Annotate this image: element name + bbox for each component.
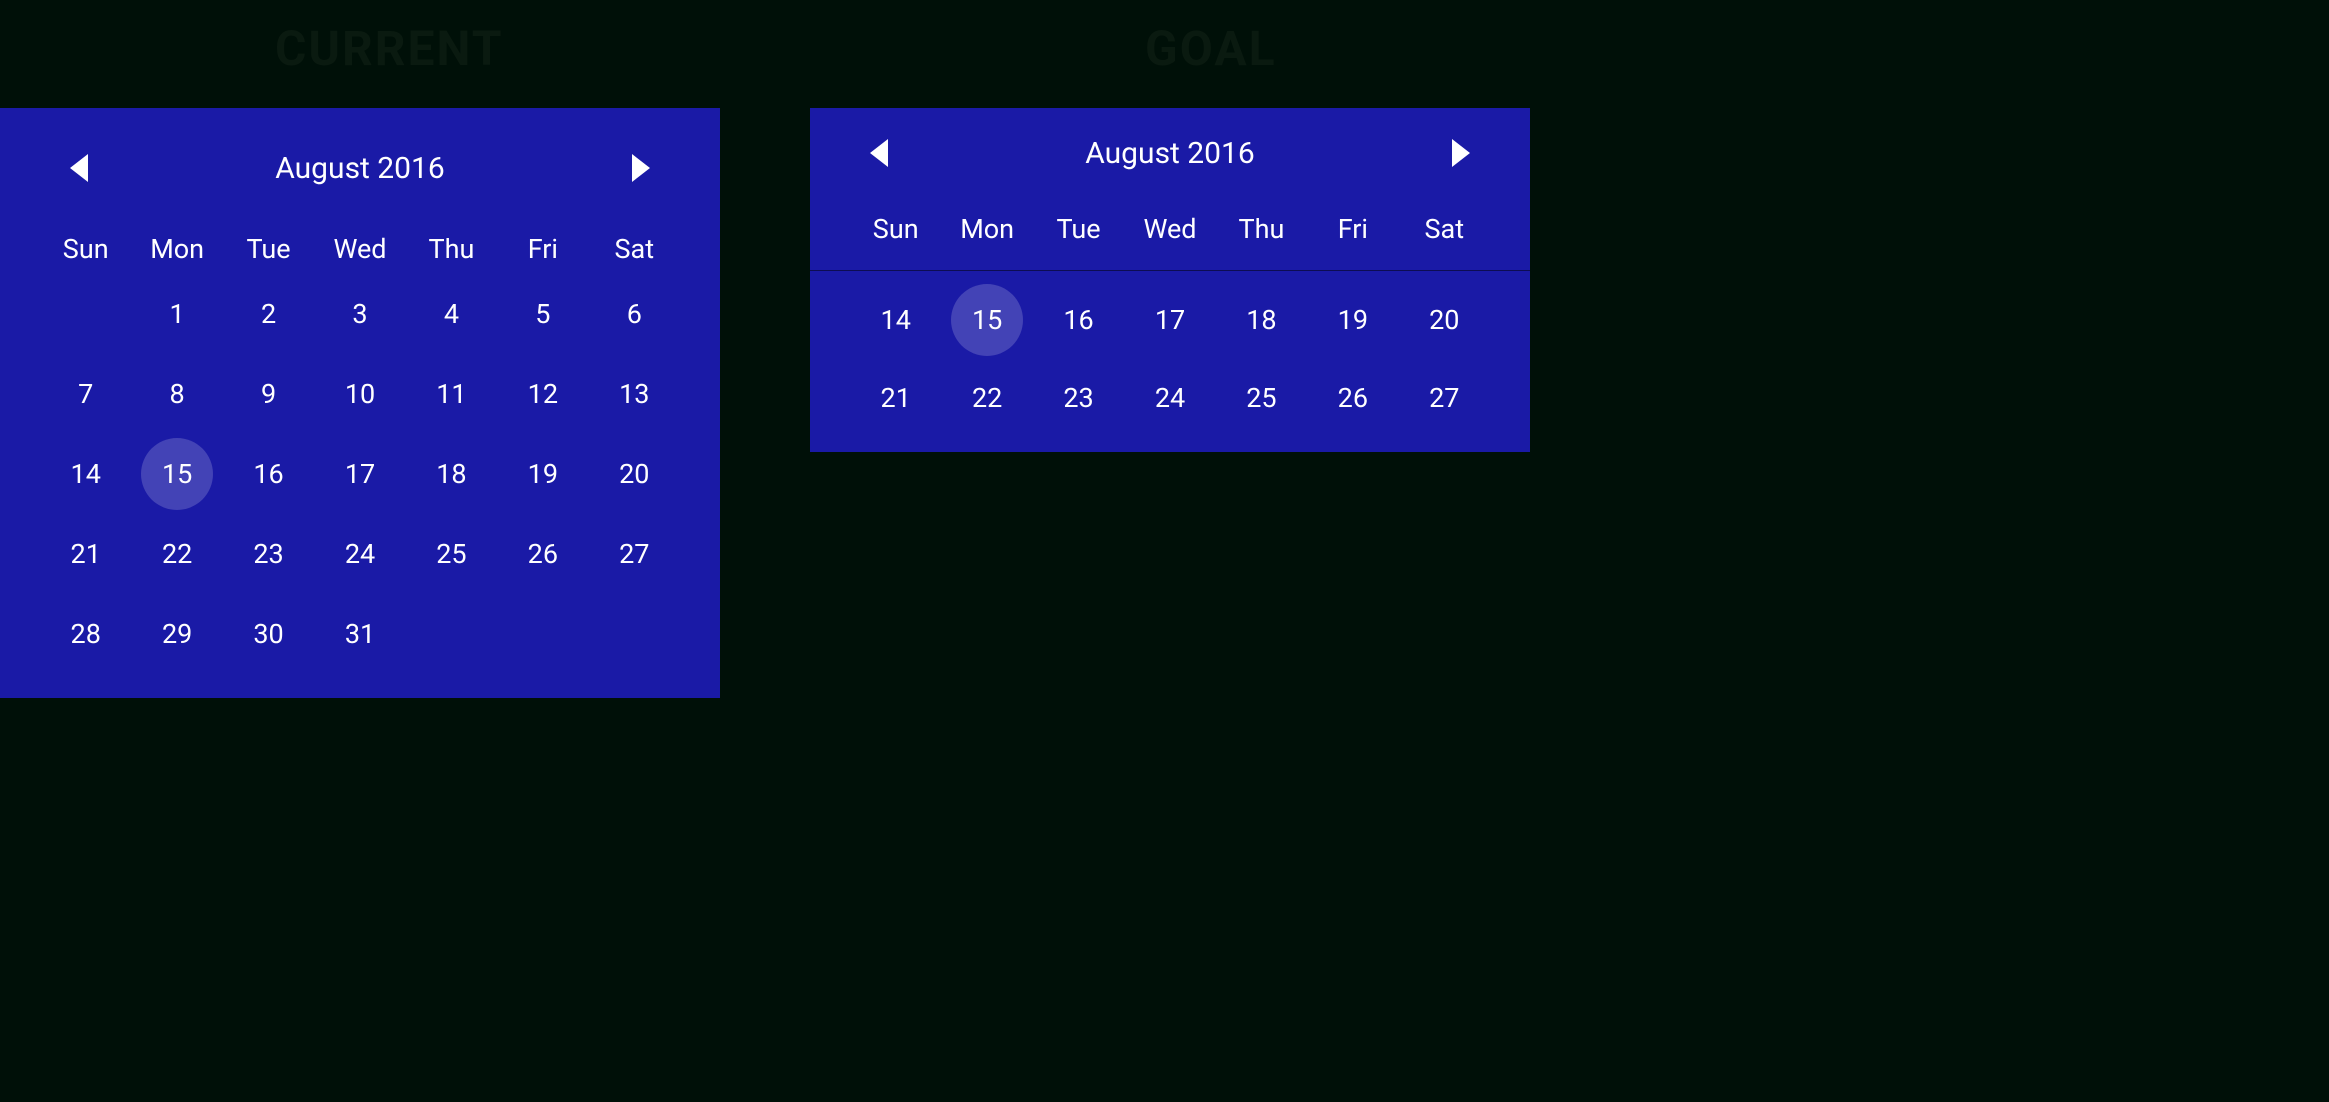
day-cell[interactable]: 13 [589, 370, 680, 418]
day-cell[interactable]: 22 [941, 374, 1032, 422]
day-cell[interactable]: 21 [40, 530, 131, 578]
day-cell[interactable]: 18 [406, 450, 497, 498]
prev-month-icon[interactable] [870, 139, 888, 167]
day-cell[interactable]: 2 [223, 290, 314, 338]
day-cell[interactable]: 14 [40, 450, 131, 498]
weekday-label: Fri [497, 233, 588, 265]
day-cell[interactable]: 3 [314, 290, 405, 338]
day-cell[interactable]: 27 [589, 530, 680, 578]
day-cell[interactable]: 4 [406, 290, 497, 338]
days-grid-current: 1234567891011121314151617181920212223242… [40, 290, 680, 658]
weekday-label: Fri [1307, 213, 1398, 245]
day-cell-empty [40, 290, 131, 338]
day-cell[interactable]: 15 [941, 296, 1032, 344]
weekday-row-goal: SunMonTueWedThuFriSat [810, 213, 1530, 245]
day-cell[interactable]: 16 [223, 450, 314, 498]
day-cell[interactable]: 22 [131, 530, 222, 578]
weekday-label: Mon [941, 213, 1032, 245]
day-cell[interactable]: 14 [850, 296, 941, 344]
day-cell[interactable]: 20 [589, 450, 680, 498]
weekday-label: Sun [40, 233, 131, 265]
calendar-goal-header: August 2016 [810, 118, 1530, 188]
day-cell[interactable]: 7 [40, 370, 131, 418]
day-cell[interactable]: 11 [406, 370, 497, 418]
day-cell[interactable]: 26 [497, 530, 588, 578]
next-month-icon[interactable] [1452, 139, 1470, 167]
weekday-label: Thu [1216, 213, 1307, 245]
day-cell[interactable]: 27 [1399, 374, 1490, 422]
day-cell[interactable]: 26 [1307, 374, 1398, 422]
day-cell[interactable]: 17 [314, 450, 405, 498]
day-cell[interactable]: 24 [1124, 374, 1215, 422]
month-title-current: August 2016 [88, 151, 632, 186]
day-cell[interactable]: 29 [131, 610, 222, 658]
weekday-label: Wed [1124, 213, 1215, 245]
month-title-goal: August 2016 [888, 136, 1452, 171]
day-cell[interactable]: 1 [131, 290, 222, 338]
day-cell[interactable]: 30 [223, 610, 314, 658]
day-cell[interactable]: 16 [1033, 296, 1124, 344]
day-cell[interactable]: 17 [1124, 296, 1215, 344]
day-cell[interactable]: 10 [314, 370, 405, 418]
day-cell[interactable]: 24 [314, 530, 405, 578]
weekday-label: Mon [131, 233, 222, 265]
calendar-goal: August 2016 SunMonTueWedThuFriSat 141516… [810, 108, 1530, 452]
next-month-icon[interactable] [632, 154, 650, 182]
label-current: CURRENT [275, 20, 503, 77]
day-cell[interactable]: 19 [497, 450, 588, 498]
divider [810, 270, 1530, 271]
weekday-label: Tue [223, 233, 314, 265]
calendar-current: August 2016 SunMonTueWedThuFriSat 123456… [0, 108, 720, 698]
day-cell[interactable]: 23 [1033, 374, 1124, 422]
day-cell[interactable]: 6 [589, 290, 680, 338]
calendar-current-header: August 2016 [40, 133, 680, 203]
weekday-label: Sat [589, 233, 680, 265]
day-cell[interactable]: 20 [1399, 296, 1490, 344]
weekday-label: Wed [314, 233, 405, 265]
day-cell[interactable]: 25 [1216, 374, 1307, 422]
weekday-row-current: SunMonTueWedThuFriSat [40, 233, 680, 265]
weekday-label: Sat [1399, 213, 1490, 245]
day-cell[interactable]: 19 [1307, 296, 1398, 344]
day-cell[interactable]: 25 [406, 530, 497, 578]
day-cell[interactable]: 18 [1216, 296, 1307, 344]
day-cell[interactable]: 5 [497, 290, 588, 338]
day-cell[interactable]: 12 [497, 370, 588, 418]
day-cell[interactable]: 28 [40, 610, 131, 658]
weekday-label: Thu [406, 233, 497, 265]
label-goal: GOAL [1145, 20, 1277, 77]
day-cell[interactable]: 21 [850, 374, 941, 422]
day-cell[interactable]: 15 [131, 450, 222, 498]
days-grid-goal: 14151617181920 21222324252627 [810, 296, 1530, 422]
day-cell[interactable]: 8 [131, 370, 222, 418]
weekday-label: Tue [1033, 213, 1124, 245]
weekday-label: Sun [850, 213, 941, 245]
day-cell[interactable]: 31 [314, 610, 405, 658]
day-cell[interactable]: 9 [223, 370, 314, 418]
day-cell[interactable]: 23 [223, 530, 314, 578]
prev-month-icon[interactable] [70, 154, 88, 182]
